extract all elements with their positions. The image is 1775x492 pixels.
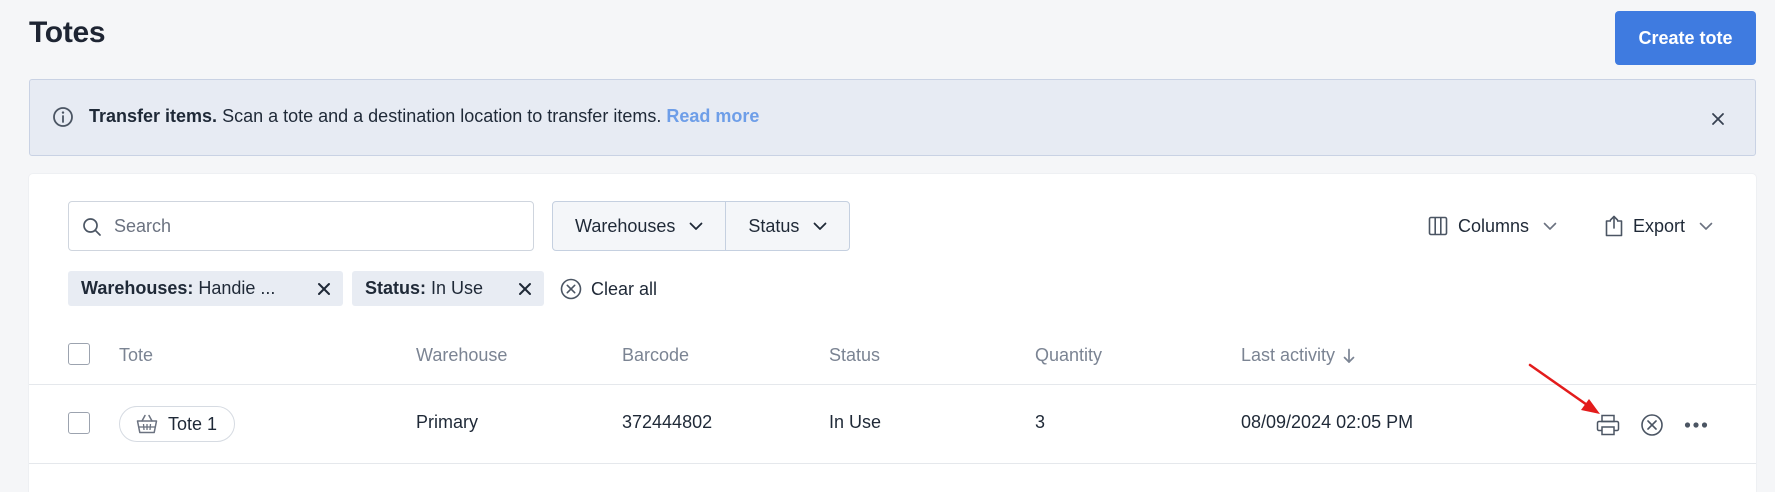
cell-warehouse: Primary	[416, 412, 478, 432]
clear-circle-icon	[560, 278, 582, 300]
remove-status-chip-button[interactable]	[518, 282, 532, 296]
search-box[interactable]	[68, 201, 534, 251]
search-input[interactable]	[114, 211, 514, 241]
totes-card: Warehouses Status Columns Expo	[29, 174, 1756, 492]
clear-all-button[interactable]: Clear all	[560, 274, 657, 304]
banner-title: Transfer items.	[89, 106, 218, 126]
export-label: Export	[1633, 215, 1686, 236]
info-icon	[53, 107, 73, 127]
basket-icon	[136, 414, 158, 434]
column-header-quantity[interactable]: Quantity	[1035, 345, 1102, 366]
columns-label: Columns	[1458, 215, 1530, 236]
cell-barcode: 372444802	[622, 412, 713, 432]
chip-key: Warehouses:	[81, 278, 194, 298]
read-more-link[interactable]: Read more	[666, 106, 759, 126]
cell-quantity: 3	[1035, 412, 1046, 432]
chevron-down-icon	[689, 222, 703, 230]
status-filter[interactable]: Status	[725, 202, 849, 250]
tote-name: Tote 1	[168, 413, 218, 434]
export-icon	[1605, 215, 1623, 237]
column-header-barcode[interactable]: Barcode	[622, 345, 689, 366]
banner-text: Scan a tote and a destination location t…	[217, 106, 667, 126]
remove-warehouses-chip-button[interactable]	[317, 282, 331, 296]
row-checkbox[interactable]	[68, 412, 90, 434]
totes-page: Totes Create tote Transfer items. Scan a…	[0, 0, 1775, 492]
column-header-warehouse[interactable]: Warehouse	[416, 345, 507, 366]
filter-group: Warehouses Status	[552, 201, 851, 251]
warehouses-filter-label: Warehouses	[575, 215, 676, 236]
print-button[interactable]	[1595, 412, 1621, 438]
cell-status: In Use	[829, 412, 882, 432]
close-icon	[1712, 113, 1724, 125]
table-header-row: Tote Warehouse Barcode Status Quantity L…	[29, 326, 1756, 384]
printer-icon	[1596, 414, 1620, 436]
row-divider	[29, 463, 1756, 464]
cancel-tote-button[interactable]	[1639, 412, 1665, 438]
close-icon	[519, 282, 531, 295]
export-button[interactable]: Export	[1605, 210, 1713, 242]
status-chip: Status: In Use	[352, 271, 544, 306]
status-filter-label: Status	[748, 215, 800, 236]
warehouses-chip: Warehouses: Handie ...	[68, 271, 343, 306]
columns-button[interactable]: Columns	[1428, 210, 1557, 242]
chip-key: Status:	[365, 278, 427, 298]
close-icon	[318, 282, 330, 295]
tote-link[interactable]: Tote 1	[119, 406, 236, 442]
select-all-checkbox[interactable]	[68, 343, 90, 365]
column-header-status[interactable]: Status	[829, 345, 880, 366]
banner-message: Transfer items. Scan a tote and a destin…	[89, 106, 759, 127]
warehouses-filter[interactable]: Warehouses	[553, 202, 725, 250]
chevron-down-icon	[814, 222, 827, 230]
create-tote-button[interactable]: Create tote	[1615, 11, 1756, 65]
page-title: Totes	[29, 16, 106, 49]
chip-value: Handie ...	[198, 278, 276, 298]
chevron-down-icon	[1543, 222, 1557, 230]
chip-value: In Use	[431, 278, 484, 298]
info-banner: Transfer items. Scan a tote and a destin…	[29, 79, 1756, 156]
clear-all-label: Clear all	[591, 278, 658, 299]
table-row[interactable]: Tote 1 Primary 372444802 In Use 3 08/09/…	[29, 385, 1756, 462]
more-actions-button[interactable]	[1683, 412, 1709, 438]
column-header-last-activity[interactable]: Last activity	[1241, 345, 1355, 366]
banner-close-button[interactable]	[1707, 108, 1729, 130]
cancel-circle-icon	[1641, 414, 1663, 436]
search-icon	[83, 218, 101, 236]
last-activity-label: Last activity	[1241, 345, 1336, 365]
chevron-down-icon	[1699, 222, 1713, 230]
sort-arrow-down-icon	[1343, 348, 1355, 363]
columns-icon	[1428, 216, 1448, 236]
column-header-tote[interactable]: Tote	[119, 345, 153, 366]
more-horizontal-icon	[1684, 422, 1708, 428]
cell-last-activity: 08/09/2024 02:05 PM	[1241, 412, 1414, 432]
